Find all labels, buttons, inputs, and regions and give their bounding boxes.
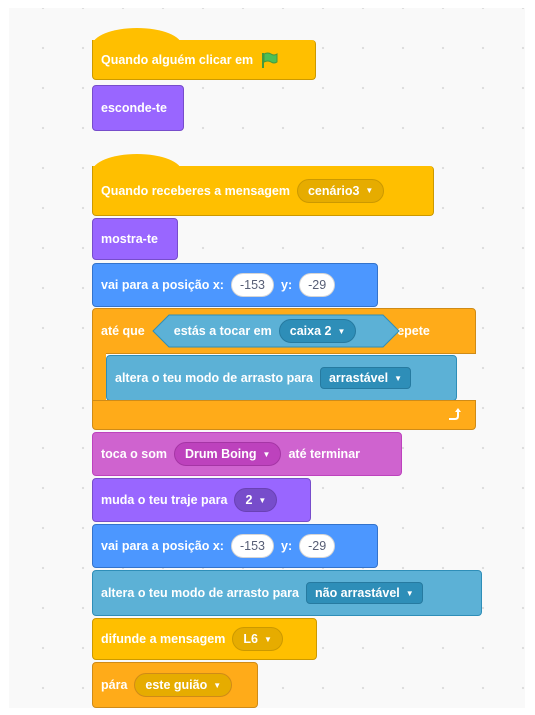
stop-label: pára: [101, 678, 128, 692]
repeat-until-label: até que: [101, 324, 145, 338]
chevron-down-icon: ▼: [263, 634, 272, 644]
set-drag-mode-block[interactable]: altera o teu modo de arrasto para arrast…: [106, 355, 457, 401]
chevron-down-icon: ▼: [213, 680, 222, 690]
message-value: cenário3: [307, 183, 360, 198]
sound-value: Drum Boing: [185, 447, 257, 461]
y-input[interactable]: -29: [299, 273, 336, 297]
hat-label: Quando receberes a mensagem: [101, 183, 290, 198]
hat-label: Quando alguém clicar em: [101, 52, 254, 67]
touching-target-dropdown[interactable]: caixa 2 ▼: [278, 319, 357, 343]
play-sound-until-done-block[interactable]: toca o som Drum Boing ▼ até terminar: [92, 432, 402, 476]
when-flag-clicked-block[interactable]: Quando alguém clicar em: [92, 40, 316, 80]
chevron-down-icon: ▼: [365, 186, 374, 195]
chevron-down-icon: ▼: [262, 449, 271, 459]
set-drag-mode-block[interactable]: altera o teu modo de arrasto para não ar…: [92, 570, 482, 616]
drag-mode-dropdown[interactable]: não arrastável ▼: [305, 582, 423, 604]
sound-dropdown[interactable]: Drum Boing ▼: [174, 442, 282, 466]
repeat-until-block[interactable]: até que estás a tocar em caixa 2 ▼ , rep…: [92, 308, 476, 354]
hide-block[interactable]: esconde-te: [92, 85, 184, 131]
broadcast-message-dropdown[interactable]: L6 ▼: [232, 627, 283, 651]
costume-value: 2: [245, 493, 253, 507]
drag-mode-dropdown[interactable]: arrastável ▼: [319, 367, 411, 389]
stop-option-dropdown[interactable]: este guião ▼: [134, 673, 233, 697]
broadcast-value: L6: [243, 632, 258, 646]
chevron-down-icon: ▼: [394, 373, 402, 383]
drag-mode-value: arrastável: [328, 371, 389, 385]
goto-label: vai para a posição x:: [101, 539, 224, 553]
y-label: y:: [281, 278, 293, 292]
costume-dropdown[interactable]: 2 ▼: [234, 488, 278, 512]
repeat-until-bottom: [92, 400, 476, 430]
broadcast-label: difunde a mensagem: [101, 632, 226, 646]
touching-condition-block[interactable]: estás a tocar em caixa 2 ▼: [152, 314, 400, 348]
x-input[interactable]: -153: [230, 273, 275, 297]
touching-label: estás a tocar em: [173, 324, 272, 338]
go-to-xy-block[interactable]: vai para a posição x: -153 y: -29: [92, 524, 378, 568]
switch-costume-block[interactable]: muda o teu traje para 2 ▼: [92, 478, 311, 522]
goto-label: vai para a posição x:: [101, 278, 224, 292]
stop-block[interactable]: pára este guião ▼: [92, 662, 258, 708]
when-i-receive-block[interactable]: Quando receberes a mensagem cenário3 ▼: [92, 166, 434, 216]
sound-suffix-label: até terminar: [288, 447, 361, 461]
y-label: y:: [281, 539, 293, 553]
y-input[interactable]: -29: [299, 534, 336, 558]
hide-label: esconde-te: [101, 101, 167, 115]
green-flag-icon: [260, 51, 278, 69]
show-label: mostra-te: [101, 232, 158, 246]
chevron-down-icon: ▼: [258, 495, 267, 505]
touching-target-value: caixa 2: [289, 324, 332, 338]
go-to-xy-block[interactable]: vai para a posição x: -153 y: -29: [92, 263, 378, 307]
chevron-down-icon: ▼: [405, 588, 414, 598]
drag-mode-label: altera o teu modo de arrasto para: [101, 586, 299, 600]
drag-mode-value: não arrastável: [314, 586, 400, 600]
x-input[interactable]: -153: [230, 534, 275, 558]
sound-prefix-label: toca o som: [101, 447, 167, 461]
costume-label: muda o teu traje para: [101, 493, 228, 507]
show-block[interactable]: mostra-te: [92, 218, 178, 260]
stop-value: este guião: [145, 678, 208, 692]
loop-arrow-icon: [447, 408, 461, 422]
repeat-arm: [92, 352, 106, 402]
broadcast-block[interactable]: difunde a mensagem L6 ▼: [92, 618, 317, 660]
drag-mode-label: altera o teu modo de arrasto para: [115, 371, 313, 385]
chevron-down-icon: ▼: [337, 326, 346, 336]
message-dropdown[interactable]: cenário3 ▼: [296, 178, 385, 203]
